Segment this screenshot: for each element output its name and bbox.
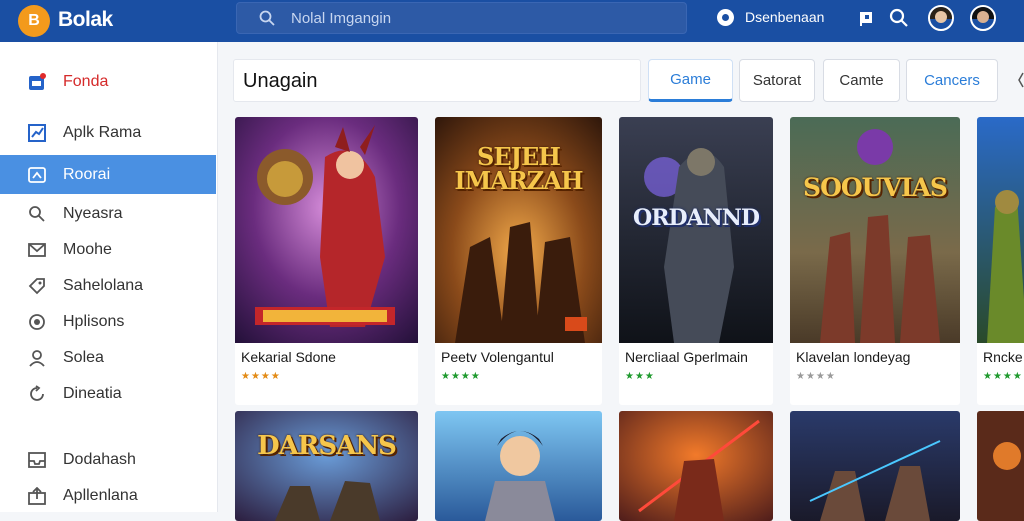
sidebar-item-apllenlana[interactable]: Apllenlana	[0, 478, 216, 514]
refresh-icon	[30, 385, 44, 401]
sidebar-item-label: Apllenlana	[63, 487, 138, 504]
store-icon	[29, 73, 46, 90]
tab-cancers[interactable]: Cancers	[906, 59, 998, 102]
game-cover-image	[435, 411, 602, 521]
game-cover-image	[977, 117, 1024, 343]
sidebar-item-label: Moohe	[63, 241, 112, 258]
sidebar-item-label: Aplk Rama	[63, 124, 142, 141]
game-card[interactable]: SOOUVIAS Klavelan londeyag ★★★★	[790, 117, 960, 405]
sidebar-item-roorai[interactable]: Roorai	[0, 155, 216, 194]
sidebar-item-moohe[interactable]: Moohe	[0, 232, 216, 268]
inbox-icon	[28, 452, 46, 468]
game-cover-title: SEJEH IMARZAH	[454, 142, 583, 195]
section-header: Unagain	[233, 59, 641, 102]
target-icon	[29, 314, 45, 330]
game-card[interactable]: DARSANS	[235, 411, 418, 521]
game-card[interactable]: ORDANND Nercliaal Gperlmain ★★★	[619, 117, 773, 405]
sidebar-item-sahelolana[interactable]: Sahelolana	[0, 268, 216, 304]
game-cover-image	[790, 411, 960, 521]
sidebar-item-label: Sahelolana	[63, 277, 144, 294]
search-input[interactable]: Nolal Imgangin	[236, 2, 687, 34]
rating-stars: ★★★★	[796, 371, 836, 382]
game-title: Rncke	[983, 349, 1023, 365]
sidebar-item-dodahash[interactable]: Dodahash	[0, 442, 216, 478]
sidebar-item-fonda[interactable]: Fonda	[0, 64, 216, 100]
sidebar-item-aplk-rama[interactable]: Aplk Rama	[0, 115, 216, 151]
tab-camte[interactable]: Camte	[823, 59, 900, 102]
rating-stars: ★★★★	[441, 371, 481, 382]
app-logo-icon[interactable]: B	[18, 5, 50, 37]
game-cover-title: DARSANS	[257, 431, 397, 461]
tab-satorat[interactable]: Satorat	[739, 59, 815, 102]
game-title: Klavelan londeyag	[796, 349, 911, 365]
rating-stars: ★★★★	[983, 371, 1023, 382]
game-cover-title: ORDANND	[633, 205, 760, 231]
app-title[interactable]: Bolak	[58, 8, 113, 32]
game-title: Kekarial Sdone	[241, 349, 336, 365]
top-bar: B Bolak Nolal Imgangin Dsenbenaan	[0, 0, 1024, 42]
rating-stars: ★★★	[625, 371, 655, 382]
game-cover-image	[235, 117, 418, 343]
game-cover-image	[619, 411, 773, 521]
game-card[interactable]	[435, 411, 602, 521]
upload-icon	[28, 487, 46, 505]
search-icon	[259, 10, 275, 26]
sidebar-item-nyeasra[interactable]: Nyeasra	[0, 196, 216, 232]
sidebar-item-label: Nyeasra	[63, 205, 123, 222]
sidebar: Fonda Aplk Rama Roorai Nyeasra Moohe Sah…	[0, 42, 218, 512]
sidebar-item-solea[interactable]: Solea	[0, 340, 216, 376]
flag-icon[interactable]	[857, 8, 877, 28]
game-card[interactable]: SEJEH IMARZAH Peetv Volengantul ★★★★	[435, 117, 602, 405]
game-card[interactable]: Rncke ★★★★	[977, 117, 1024, 405]
sidebar-item-label: Solea	[63, 349, 104, 366]
tag-icon	[28, 278, 45, 295]
user-icon	[29, 350, 45, 367]
game-title: Peetv Volengantul	[441, 349, 554, 365]
search-icon	[29, 206, 45, 222]
tab-game[interactable]: Game	[648, 59, 733, 102]
sidebar-item-label: Roorai	[63, 166, 111, 183]
game-cover-title: SOOUVIAS	[803, 173, 948, 202]
game-cover-image: ORDANND	[619, 117, 773, 343]
game-card[interactable]	[619, 411, 773, 521]
sidebar-item-dineatia[interactable]: Dineatia	[0, 376, 216, 412]
chart-icon	[28, 124, 46, 142]
game-cover-image: SEJEH IMARZAH	[435, 117, 602, 343]
user-status-icon	[717, 9, 734, 26]
mail-icon	[28, 243, 46, 257]
window-icon	[28, 167, 46, 183]
game-cover-image	[977, 411, 1024, 521]
game-card[interactable]	[977, 411, 1024, 521]
sidebar-item-label: Dodahash	[63, 451, 136, 468]
chevron-left-icon[interactable]	[1018, 72, 1024, 88]
avatar[interactable]	[928, 5, 954, 31]
sidebar-item-hplisons[interactable]: Hplisons	[0, 304, 216, 340]
logo-letter: B	[28, 12, 40, 29]
avatar[interactable]	[970, 5, 996, 31]
game-title: Nercliaal Gperlmain	[625, 349, 748, 365]
search-icon[interactable]	[889, 8, 909, 28]
game-card[interactable]: Kekarial Sdone ★★★★	[235, 117, 418, 405]
sidebar-item-label: Hplisons	[63, 313, 125, 330]
game-card[interactable]	[790, 411, 960, 521]
game-cover-image	[235, 411, 418, 521]
search-placeholder: Nolal Imgangin	[291, 10, 392, 27]
game-cover-image: SOOUVIAS	[790, 117, 960, 343]
rating-stars: ★★★★	[241, 371, 281, 382]
main-content: Unagain Game Satorat Camte Cancers Kekar…	[218, 42, 1024, 521]
page-title: Unagain	[243, 70, 318, 92]
sidebar-item-label: Fonda	[63, 73, 109, 90]
sidebar-item-label: Dineatia	[63, 385, 122, 402]
user-name[interactable]: Dsenbenaan	[745, 9, 824, 25]
